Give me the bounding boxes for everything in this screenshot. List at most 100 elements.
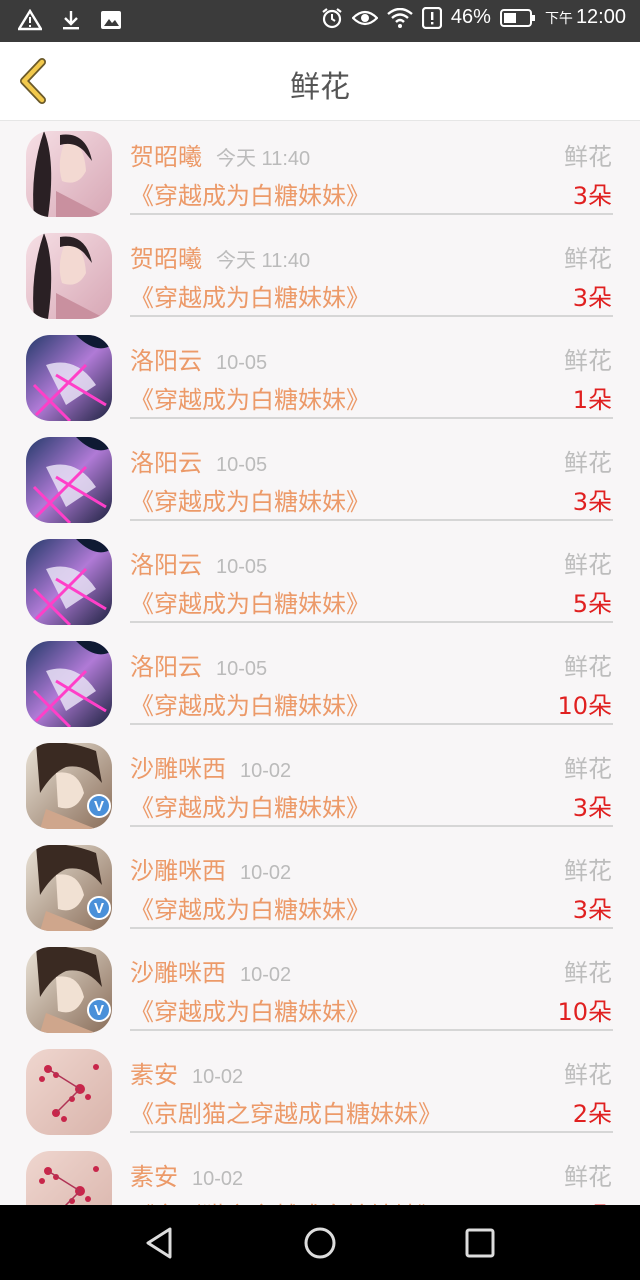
flower-list: 贺昭曦 今天 11:40 鲜花 《穿越成为白糖妹妹》 3朵 贺昭曦 今天 11:40…: [0, 121, 640, 1205]
gift-type: 鲜花: [564, 551, 612, 579]
sent-time: 今天 11:40: [216, 148, 311, 170]
gift-type: 鲜花: [564, 143, 612, 171]
sent-time: 10-02: [240, 760, 292, 782]
flower-count: 5朵: [572, 590, 612, 618]
sent-time: 10-02: [192, 1168, 244, 1190]
avatar[interactable]: [26, 233, 112, 319]
status-right: 46% 下午 12:00: [321, 6, 626, 29]
flower-count: 3朵: [572, 794, 612, 822]
image-icon: [101, 11, 121, 29]
list-item[interactable]: 洛阳云 10-05 鲜花 《穿越成为白糖妹妹》 5朵: [0, 529, 640, 631]
download-icon: [63, 11, 79, 30]
nav-recents-button[interactable]: [460, 1223, 500, 1263]
gift-type: 鲜花: [564, 857, 612, 885]
avatar[interactable]: [26, 131, 112, 217]
divider: [130, 825, 613, 827]
book-title[interactable]: 《穿越成为白糖妹妹》: [130, 992, 370, 1027]
status-bar: 46% 下午 12:00: [0, 0, 640, 42]
alarm-icon: [322, 7, 342, 28]
sent-time: 10-02: [192, 1066, 244, 1088]
gift-type: 鲜花: [564, 1163, 612, 1191]
sent-time: 10-02: [240, 964, 292, 986]
divider: [130, 213, 613, 215]
gift-type: 鲜花: [564, 347, 612, 375]
status-left-icons: [18, 9, 122, 31]
verified-badge: V: [87, 896, 111, 920]
avatar[interactable]: [26, 335, 112, 421]
sent-time: 10-02: [240, 862, 292, 884]
list-item[interactable]: 洛阳云 10-05 鲜花 《穿越成为白糖妹妹》 1朵: [0, 325, 640, 427]
list-item[interactable]: V 沙雕咪西 10-02 鲜花 《穿越成为白糖妹妹》 3朵: [0, 835, 640, 937]
sender-name: 贺昭曦 今天 11:40: [130, 143, 311, 171]
wifi-icon: [387, 7, 413, 28]
nav-back-button[interactable]: [140, 1223, 180, 1263]
sender-name: 沙雕咪西 10-02: [130, 755, 292, 783]
flower-count: 3朵: [572, 284, 612, 312]
flower-count: 3朵: [572, 182, 612, 210]
app-bar: 鲜花: [0, 42, 640, 121]
sender-name: 贺昭曦 今天 11:40: [130, 245, 311, 273]
alert-icon: [421, 6, 442, 29]
divider: [130, 723, 613, 725]
battery-percent: 46%: [450, 6, 491, 28]
flower-count: 2朵: [573, 1196, 612, 1205]
divider: [130, 621, 613, 623]
gift-type: 鲜花: [564, 245, 612, 273]
verified-badge: V: [87, 998, 111, 1022]
book-title[interactable]: 《穿越成为白糖妹妹》: [130, 278, 370, 313]
sent-time: 10-05: [216, 454, 268, 476]
list-item[interactable]: 洛阳云 10-05 鲜花 《穿越成为白糖妹妹》 10朵: [0, 631, 640, 733]
sender-name: 洛阳云 10-05: [130, 551, 268, 579]
list-item[interactable]: 贺昭曦 今天 11:40 鲜花 《穿越成为白糖妹妹》 3朵: [0, 121, 640, 223]
divider: [130, 927, 613, 929]
book-title[interactable]: 《穿越成为白糖妹妹》: [130, 380, 370, 415]
book-title[interactable]: 《穿越成为白糖妹妹》: [130, 686, 370, 721]
system-nav-bar: [0, 1205, 640, 1280]
sent-time: 今天 11:40: [216, 250, 311, 272]
circle-home-icon: [304, 1227, 336, 1259]
divider: [130, 519, 613, 521]
sent-time: 10-05: [216, 556, 268, 578]
sent-time: 10-05: [216, 658, 268, 680]
sender-name: 沙雕咪西 10-02: [130, 857, 292, 885]
list-item[interactable]: 贺昭曦 今天 11:40 鲜花 《穿越成为白糖妹妹》 3朵: [0, 223, 640, 325]
square-recents-icon: [465, 1228, 495, 1258]
book-title[interactable]: 《京剧猫之穿越成白糖妹妹》: [130, 1094, 442, 1129]
book-title[interactable]: 《穿越成为白糖妹妹》: [130, 482, 370, 517]
book-title[interactable]: 《穿越成为白糖妹妹》: [130, 176, 370, 211]
list-item[interactable]: V 沙雕咪西 10-02 鲜花 《穿越成为白糖妹妹》 10朵: [0, 937, 640, 1039]
book-title[interactable]: 《穿越成为白糖妹妹》: [130, 890, 370, 925]
book-title[interactable]: 《穿越成为白糖妹妹》: [130, 584, 370, 619]
sender-name: 素安 10-02: [130, 1163, 244, 1191]
gift-type: 鲜花: [564, 1061, 612, 1089]
status-time-prefix: 下午: [544, 9, 573, 26]
flower-count: 10朵: [557, 998, 612, 1026]
sender-name: 沙雕咪西 10-02: [130, 959, 292, 987]
divider: [130, 315, 613, 317]
flower-count: 2朵: [572, 1100, 612, 1128]
flower-count: 3朵: [572, 896, 612, 924]
book-title[interactable]: 《京剧猫之穿越成白糖妹妹》: [130, 1196, 442, 1205]
list-item[interactable]: 素安10-02 鲜花 《京剧猫之穿越成白糖妹妹》 2朵: [0, 1141, 640, 1205]
avatar[interactable]: [26, 641, 112, 727]
avatar[interactable]: [26, 1151, 112, 1205]
divider: [130, 1131, 613, 1133]
gift-type: 鲜花: [564, 449, 612, 477]
list-item[interactable]: 素安10-02 鲜花 《京剧猫之穿越成白糖妹妹》 2朵: [0, 1039, 640, 1141]
avatar[interactable]: [26, 539, 112, 625]
list-item[interactable]: V 沙雕咪西 10-02 鲜花 《穿越成为白糖妹妹》 3朵: [0, 733, 640, 835]
warning-icon: [18, 9, 42, 31]
gift-type: 鲜花: [564, 959, 612, 987]
list-item[interactable]: 洛阳云 10-05 鲜花 《穿越成为白糖妹妹》 3朵: [0, 427, 640, 529]
battery-icon: [499, 8, 535, 27]
nav-home-button[interactable]: [300, 1223, 340, 1263]
gift-type: 鲜花: [564, 755, 612, 783]
sent-time: 10-05: [216, 352, 268, 374]
sender-name: 洛阳云 10-05: [130, 449, 268, 477]
avatar[interactable]: [26, 1049, 112, 1135]
flower-count: 1朵: [572, 386, 612, 414]
avatar[interactable]: [26, 437, 112, 523]
flower-count: 3朵: [572, 488, 612, 516]
book-title[interactable]: 《穿越成为白糖妹妹》: [130, 788, 370, 823]
sender-name: 洛阳云 10-05: [130, 347, 268, 375]
